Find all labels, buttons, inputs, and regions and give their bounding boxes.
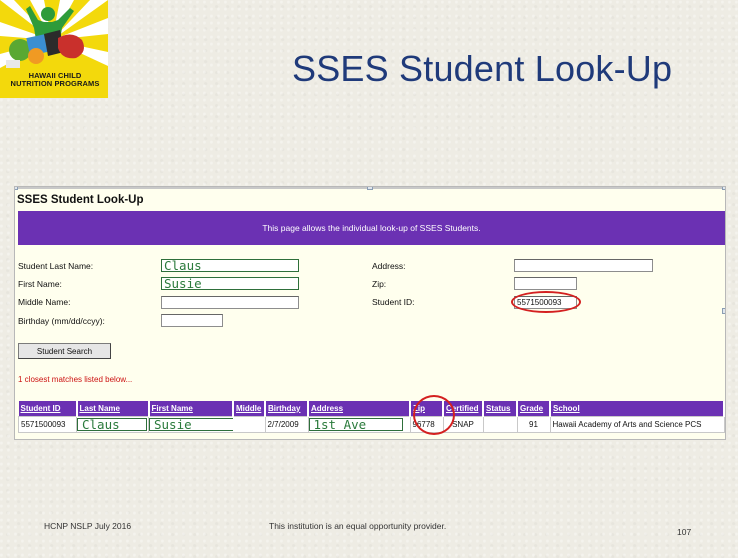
col-certified[interactable]: Certified: [443, 401, 484, 416]
resize-handle: [15, 187, 18, 190]
cell-grade: 91: [516, 415, 551, 433]
first-name-label: First Name:: [18, 279, 62, 289]
table-row[interactable]: 5571500093 Claus Susie 2/7/2009 1st Ave …: [18, 415, 725, 433]
col-zip[interactable]: Zip: [410, 401, 444, 416]
certified-value: SNAP: [452, 419, 474, 429]
embedded-screenshot: SSES Student Look-Up This page allows th…: [14, 186, 726, 440]
middle-name-field[interactable]: [161, 296, 299, 309]
banner-text: This page allows the individual look-up …: [262, 223, 481, 233]
resize-handle: [722, 187, 725, 190]
slide-title: SSES Student Look-Up: [292, 48, 673, 89]
results-header-row: Student ID Last Name First Name Middle B…: [18, 401, 725, 416]
results-table: Student ID Last Name First Name Middle B…: [18, 401, 725, 433]
cell-birthday: 2/7/2009: [264, 415, 309, 433]
address-box: 1st Ave: [308, 417, 403, 431]
cell-status: [482, 415, 518, 433]
last-name-label: Student Last Name:: [18, 261, 94, 271]
last-name-box: Claus: [77, 417, 147, 431]
cell-certified: SNAP: [442, 415, 484, 433]
cell-middle: [233, 415, 266, 433]
cell-last-name: Claus: [76, 415, 149, 433]
student-id-label: Student ID:: [372, 297, 415, 307]
resize-handle: [722, 308, 725, 314]
col-student-id[interactable]: Student ID: [18, 401, 78, 416]
col-first-name[interactable]: First Name: [148, 401, 234, 416]
footer-left-text: HCNP NSLP July 2016: [44, 521, 132, 531]
col-school[interactable]: School: [550, 401, 725, 416]
col-status[interactable]: Status: [483, 401, 518, 416]
logo-text-line2: NUTRITION PROGRAMS: [10, 79, 100, 88]
cell-address: 1st Ave: [307, 415, 411, 433]
cell-first-name: Susie: [148, 415, 233, 433]
birthday-label: Birthday (mm/dd/ccyy):: [18, 316, 105, 326]
zip-field[interactable]: [514, 277, 577, 290]
info-banner: This page allows the individual look-up …: [18, 211, 725, 245]
address-field[interactable]: [514, 259, 653, 272]
birthday-field[interactable]: [161, 314, 223, 327]
last-name-field[interactable]: Claus: [161, 259, 299, 272]
col-address[interactable]: Address: [308, 401, 411, 416]
first-name-field[interactable]: Susie: [161, 277, 299, 290]
cell-school: Hawaii Academy of Arts and Science PCS: [549, 415, 725, 433]
footer-center-text: This institution is an equal opportunity…: [269, 521, 447, 531]
col-middle[interactable]: Middle: [233, 401, 266, 416]
page-number: 107: [677, 527, 692, 537]
cell-zip: 96778: [409, 415, 444, 433]
student-id-field[interactable]: 5571500093: [514, 296, 577, 309]
col-last-name[interactable]: Last Name: [76, 401, 150, 416]
matches-count-text: 1 closest matches listed below...: [18, 375, 133, 384]
cell-student-id: 5571500093: [18, 415, 77, 433]
col-grade[interactable]: Grade: [517, 401, 551, 416]
first-name-box: Susie: [149, 417, 233, 431]
student-search-button[interactable]: Student Search: [18, 343, 111, 359]
hcnp-logo: HAWAII CHILD NUTRITION PROGRAMS: [0, 0, 108, 98]
resize-handle: [367, 187, 373, 190]
page-title: SSES Student Look-Up: [17, 194, 144, 206]
middle-name-label: Middle Name:: [18, 297, 71, 307]
col-birthday[interactable]: Birthday: [265, 401, 309, 416]
zip-label: Zip:: [372, 279, 387, 289]
address-label: Address:: [372, 261, 406, 271]
